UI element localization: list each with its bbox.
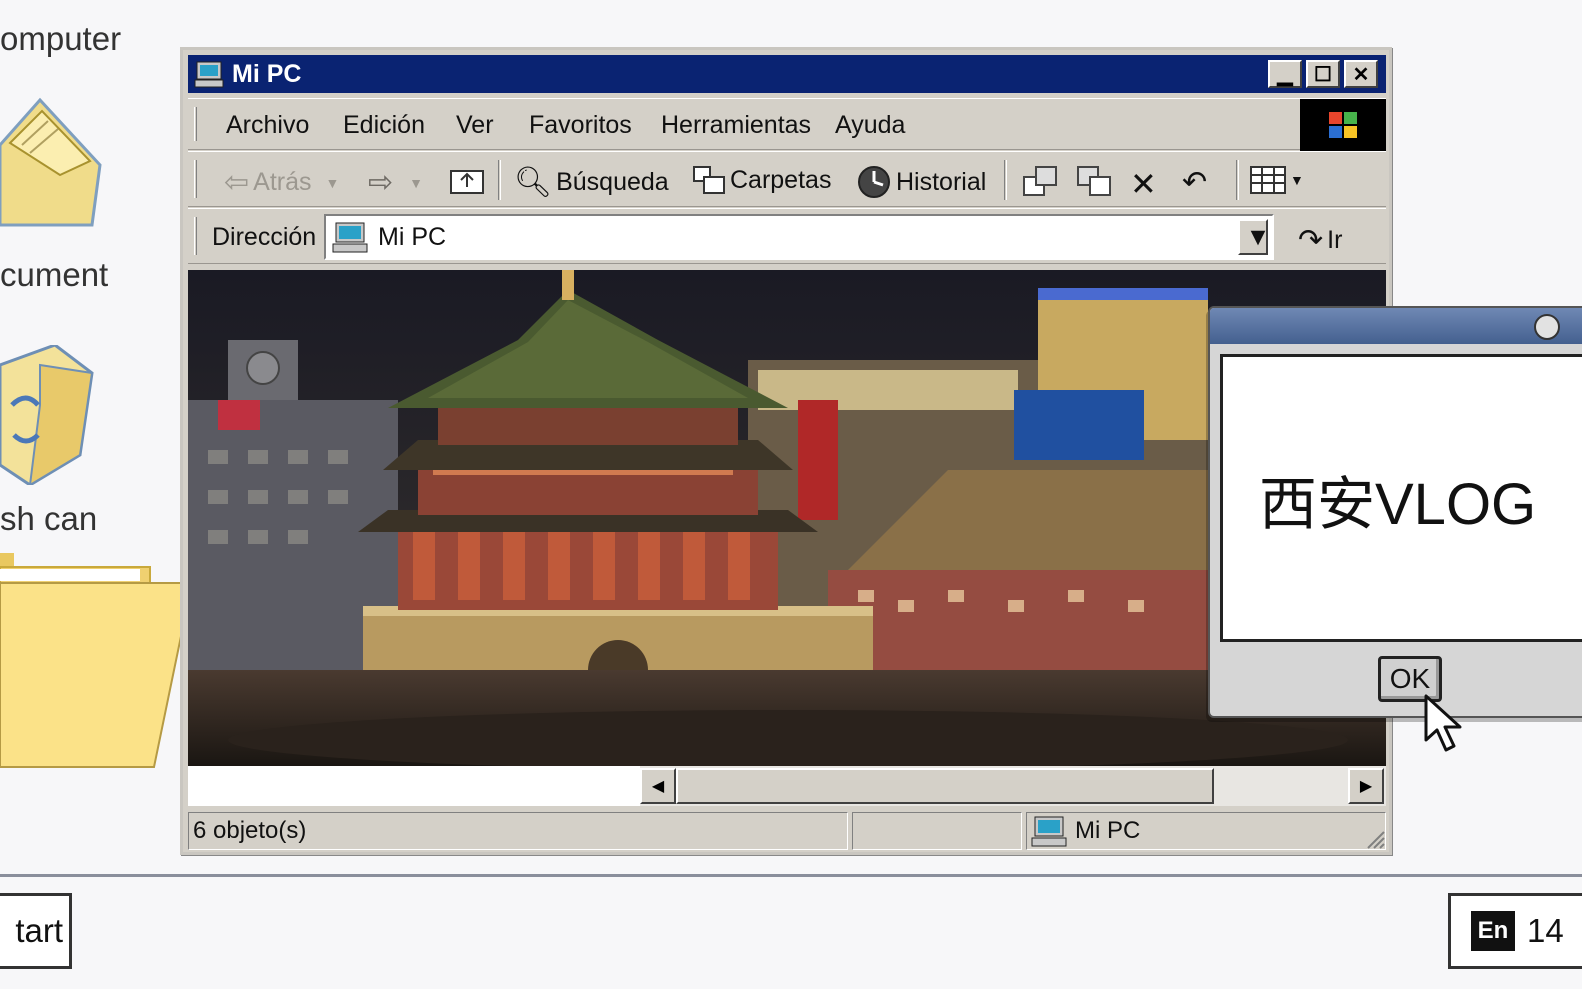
clock[interactable]: 14 [1527,912,1564,950]
system-tray: En 14 [1448,893,1582,969]
desktop-label-computer[interactable]: omputer [0,20,121,58]
move-to-icon [1023,166,1057,196]
undo-button[interactable]: ↶ [1182,165,1207,200]
copy-to-button[interactable] [1076,165,1112,197]
search-button[interactable]: 🔍︎ Búsqueda [514,165,669,200]
address-bar: Dirección Mi PC ▼ ↷ Ir [188,208,1386,264]
bell-tower-photo [188,270,1386,766]
status-location: Mi PC [1075,817,1141,844]
chevron-down-icon: ▼ [1245,222,1271,251]
my-computer-icon [194,61,224,88]
scroll-thumb[interactable] [676,768,1214,804]
menu-edicion[interactable]: Edición [343,111,425,140]
maximize-button[interactable]: ☐ [1306,60,1340,88]
views-button[interactable]: ▼ [1250,165,1304,195]
start-button[interactable]: tart [0,893,72,969]
taskbar-border [0,874,1582,877]
forward-dropdown-icon[interactable]: ▼ [409,175,423,191]
my-computer-icon [1031,816,1067,847]
status-objects: 6 objeto(s) [193,817,307,844]
status-empty-pane [852,812,1022,850]
my-computer-icon [332,222,368,253]
documents-icon[interactable] [0,95,110,240]
copy-to-icon [1077,166,1111,196]
delete-icon: ✕ [1130,166,1157,202]
title-bar[interactable]: Mi PC ▁ ☐ ✕ [188,55,1386,93]
undo-icon: ↶ [1182,166,1208,199]
folders-icon [693,166,725,194]
folders-button[interactable]: Carpetas [692,165,831,195]
scroll-left-button[interactable]: ◀ [640,768,676,804]
desktop-label-recycle[interactable]: sh can [0,500,97,538]
desktop-label-documents[interactable]: cument [0,256,108,294]
go-button[interactable]: ↷ Ir [1298,223,1342,258]
minimize-icon: ▁ [1277,63,1293,86]
resize-grip-icon[interactable] [1364,828,1386,850]
menu-herramientas[interactable]: Herramientas [661,111,811,140]
folder-icon[interactable] [0,545,195,775]
dialog-close-button[interactable] [1534,314,1560,340]
window-title: Mi PC [232,59,302,88]
status-location-pane: Mi PC [1026,812,1386,850]
maximize-icon: ☐ [1314,63,1332,86]
up-folder-icon [450,170,484,194]
scroll-left-icon: ◀ [651,778,665,795]
address-value: Mi PC [378,222,447,251]
recycle-bin-icon[interactable] [0,343,100,490]
back-arrow-icon: ⇦ [224,166,250,199]
minimize-button[interactable]: ▁ [1268,60,1302,88]
address-label: Dirección [212,223,317,251]
menu-ayuda[interactable]: Ayuda [835,111,905,140]
dialog-title-bar[interactable] [1210,308,1582,344]
back-dropdown-icon[interactable]: ▼ [326,175,340,191]
language-indicator[interactable]: En [1471,911,1515,951]
move-to-button[interactable] [1022,165,1058,197]
status-bar: 6 objeto(s) Mi PC [188,812,1386,850]
menu-archivo[interactable]: Archivo [226,111,309,140]
menu-favoritos[interactable]: Favoritos [529,111,632,140]
history-button[interactable]: Historial [856,165,986,199]
start-label: tart [15,912,63,949]
back-button[interactable]: ⇦ Atrás ▼ [224,165,339,200]
up-folder-button[interactable] [450,165,484,195]
status-objects-pane: 6 objeto(s) [188,812,848,850]
standard-toolbar: ⇦ Atrás ▼ ⇨ ▼ 🔍︎ Búsqueda Carpetas Histo… [188,151,1386,207]
dialog-body: 西安VLOG [1220,354,1582,642]
windows-logo-icon [1300,99,1386,151]
history-icon [858,166,890,198]
scroll-right-icon: ▶ [1359,778,1373,795]
search-icon: 🔍︎ [514,166,553,199]
views-dropdown-icon: ▼ [1290,172,1304,188]
views-icon [1250,166,1286,194]
address-dropdown-button[interactable]: ▼ [1238,219,1271,255]
close-icon: ✕ [1352,63,1370,86]
mouse-cursor-icon [1424,694,1462,752]
menu-ver[interactable]: Ver [456,111,494,140]
delete-button[interactable]: ✕ [1130,165,1157,203]
go-arrow-icon: ↷ [1298,224,1324,257]
forward-arrow-icon: ⇨ [368,166,394,199]
address-input[interactable]: Mi PC ▼ [324,214,1274,260]
forward-button[interactable]: ⇨ ▼ [368,165,423,200]
content-view[interactable] [188,270,1386,766]
scroll-right-button[interactable]: ▶ [1348,768,1384,804]
horizontal-scrollbar[interactable]: ◀ ▶ [188,766,1386,806]
message-dialog[interactable]: 西安VLOG OK [1208,306,1582,718]
close-button[interactable]: ✕ [1344,60,1378,88]
dialog-message: 西安VLOG [1259,472,1537,537]
menu-bar: Archivo Edición Ver Favoritos Herramient… [188,98,1386,151]
